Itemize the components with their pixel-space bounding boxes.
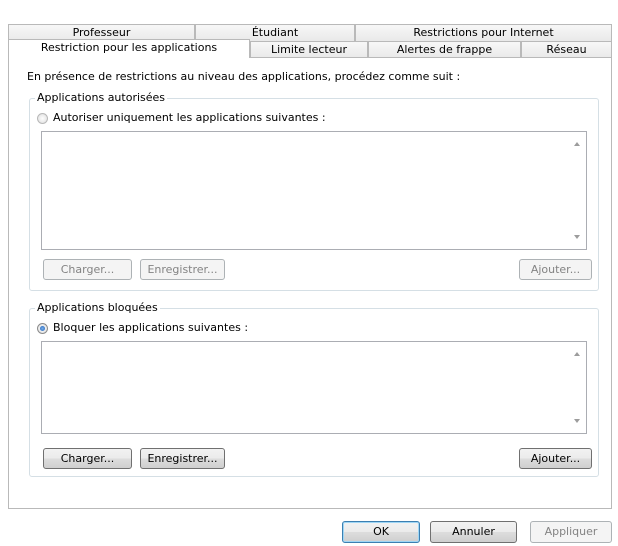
tab-label: Restrictions pour Internet bbox=[413, 26, 554, 39]
scroll-down-icon[interactable] bbox=[574, 235, 580, 239]
allowed-list-scrollbar[interactable] bbox=[568, 132, 586, 249]
block-label: Bloquer les applications suivantes : bbox=[53, 321, 249, 334]
blocked-group-label: Applications bloquées bbox=[35, 301, 160, 315]
radio-checked-icon bbox=[37, 322, 48, 334]
scroll-down-icon[interactable] bbox=[574, 419, 580, 423]
scroll-up-icon[interactable] bbox=[574, 142, 580, 146]
intro-text: En présence de restrictions au niveau de… bbox=[27, 70, 461, 83]
tab-restrictions-internet[interactable]: Restrictions pour Internet bbox=[355, 24, 612, 41]
allowed-group-label: Applications autorisées bbox=[35, 91, 168, 105]
tab-panel: En présence de restrictions au niveau de… bbox=[8, 57, 612, 509]
blocked-applications-list[interactable] bbox=[41, 341, 587, 434]
blocked-list-scrollbar[interactable] bbox=[568, 342, 586, 433]
cancel-button[interactable]: Annuler bbox=[430, 521, 517, 543]
tab-alertes-frappe[interactable]: Alertes de frappe bbox=[368, 41, 521, 58]
block-radio[interactable]: Bloquer les applications suivantes : bbox=[37, 321, 248, 335]
allowed-applications-group: Applications autorisées Autoriser unique… bbox=[29, 91, 599, 291]
allow-only-radio[interactable]: Autoriser uniquement les applications su… bbox=[37, 111, 326, 125]
allowed-load-button[interactable]: Charger... bbox=[43, 259, 132, 280]
allow-only-label: Autoriser uniquement les applications su… bbox=[53, 111, 326, 124]
ok-button[interactable]: OK bbox=[342, 521, 420, 543]
tab-reseau[interactable]: Réseau bbox=[521, 41, 612, 58]
allowed-add-button[interactable]: Ajouter... bbox=[519, 259, 592, 280]
tab-label: Réseau bbox=[546, 43, 587, 56]
tab-restriction-applications[interactable]: Restriction pour les applications bbox=[8, 39, 250, 58]
blocked-applications-group: Applications bloquées Bloquer les applic… bbox=[29, 301, 599, 477]
allowed-save-button[interactable]: Enregistrer... bbox=[140, 259, 225, 280]
blocked-add-button[interactable]: Ajouter... bbox=[519, 448, 592, 469]
apply-button[interactable]: Appliquer bbox=[530, 521, 612, 543]
tab-label: Professeur bbox=[72, 26, 131, 39]
tab-label: Étudiant bbox=[251, 26, 299, 39]
blocked-save-button[interactable]: Enregistrer... bbox=[140, 448, 225, 469]
allowed-applications-list[interactable] bbox=[41, 131, 587, 250]
scroll-up-icon[interactable] bbox=[574, 352, 580, 356]
tab-label: Restriction pour les applications bbox=[40, 41, 218, 54]
tab-limite-lecteur[interactable]: Limite lecteur bbox=[250, 41, 368, 58]
radio-unchecked-icon bbox=[37, 112, 48, 124]
tab-label: Alertes de frappe bbox=[396, 43, 493, 56]
blocked-load-button[interactable]: Charger... bbox=[43, 448, 132, 469]
tab-label: Limite lecteur bbox=[271, 43, 347, 56]
